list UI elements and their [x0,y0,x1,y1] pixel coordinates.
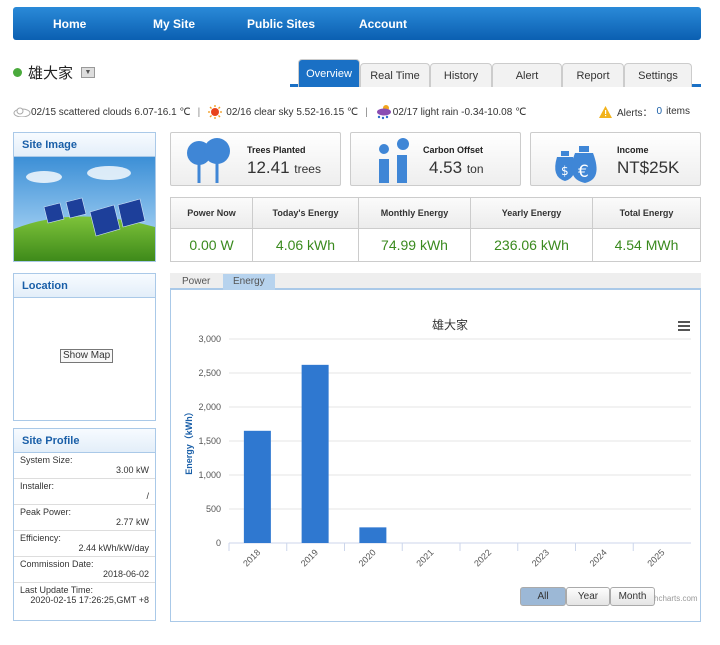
weather-day-1-text: 02/15 scattered clouds 6.07-16.1 ℃ [31,106,191,118]
nav-home[interactable]: Home [53,17,86,31]
tab-overview[interactable]: Overview [298,59,360,87]
x-tick-label: 2025 [645,547,666,568]
tree-icon [187,138,230,183]
income-value: NT$25K [617,158,680,177]
profile-row-installer: Installer: / [14,479,155,505]
profile-row-last-update: Last Update Time: 2020-02-15 17:26:25,GMT… [20,585,149,605]
trees-planted-card: Trees Planted 12.41 trees [170,132,341,186]
tab-settings[interactable]: Settings [624,63,692,87]
site-title: 雄大家 ▼ [13,62,96,83]
tab-report[interactable]: Report [562,63,624,87]
cloud-icon [13,107,31,117]
y-tick-label: 1,500 [198,436,221,446]
trees-unit: trees [294,162,321,176]
x-tick-label: 2018 [241,547,262,568]
trees-label: Trees Planted [247,145,306,155]
chart-tab-energy[interactable]: Energy [223,274,275,290]
top-nav: Home My Site Public Sites Account [13,7,701,40]
x-tick-label: 2022 [472,547,493,568]
factory-chimney-icon [379,138,409,183]
trees-value: 12.41 [247,158,290,177]
carbon-value: 4.53 [429,158,463,177]
nav-my-site[interactable]: My Site [153,17,195,31]
zoom-all-button[interactable]: All [520,587,566,606]
chart-tab-power[interactable]: Power [172,274,220,290]
show-map-button[interactable]: Show Map [60,349,114,363]
income-card: $ € Income NT$25K [530,132,701,186]
chart-title: 雄大家 [432,317,468,332]
site-dropdown-icon[interactable]: ▼ [81,67,96,78]
tab-alert[interactable]: Alert [492,63,562,87]
sun-icon [208,105,223,119]
carbon-unit: ton [466,162,484,176]
x-tick-label: 2024 [588,547,609,568]
y-axis-label: Energy（kWh） [184,407,194,475]
money-bags-icon: $ € [555,146,597,183]
svg-text:€: € [578,162,589,182]
energy-bar-chart: 雄大家 0 500 1,000 1,500 2,000 2,500 3,000 Energy（k… [184,317,691,569]
stat-power-now: Power Now 0.00 W [171,198,253,261]
chart-tabs: Power Energy [170,273,701,290]
energy-stats-table: Power Now 0.00 W Today's Energy 4.06 kWh M… [170,197,701,262]
stat-total-energy: Total Energy 4.54 MWh [593,198,700,261]
alerts-count: 0 [656,106,663,117]
nav-public-sites[interactable]: Public Sites [247,17,315,31]
location-title: Location [14,274,155,298]
profile-row-commission-date: Commission Date: 2018-06-02 [14,557,155,583]
y-tick-label: 2,000 [198,402,221,412]
weather-day-2: 02/16 clear sky 5.52-16.15 ℃ [207,105,358,119]
site-profile-title: Site Profile [14,429,155,453]
chart-menu-icon[interactable] [678,321,690,331]
alerts-suffix: items [666,106,690,117]
weather-day-3-text: 02/17 light rain -0.34-10.08 ℃ [392,106,527,118]
carbon-offset-card: Carbon Offset 4.53 ton [350,132,521,186]
y-tick-label: 0 [216,538,221,548]
income-label: Income [617,145,649,155]
y-tick-label: 2,500 [198,368,221,378]
warning-icon [598,105,612,118]
weather-day-2-text: 02/16 clear sky 5.52-16.15 ℃ [226,106,359,118]
x-tick-label: 2021 [414,547,435,568]
chart-credit: hcharts.com [654,594,698,603]
stat-todays-energy: Today's Energy 4.06 kWh [253,198,359,261]
energy-chart-panel: 雄大家 0 500 1,000 1,500 2,000 2,500 3,000 Energy（k… [170,290,701,622]
profile-row-peak-power: Peak Power: 2.77 kW [14,505,155,531]
site-image-title: Site Image [14,133,155,157]
location-panel: Location Show Map [13,273,156,421]
svg-text:$: $ [561,164,569,178]
zoom-year-button[interactable]: Year [566,587,610,606]
main-tabs: Overview Real Time History Alert Report … [290,59,701,87]
profile-row-efficiency: Efficiency: 2.44 kWh/kW/day [14,531,155,557]
weather-day-3: 02/17 light rain -0.34-10.08 ℃ [375,104,527,120]
rain-icon [376,105,391,120]
profile-row-system-size: System Size: 3.00 kW [14,453,155,479]
alerts-summary[interactable]: Alerts： 0 items [598,104,690,119]
stat-monthly-energy: Monthly Energy 74.99 kWh [359,198,471,261]
x-tick-label: 2020 [357,547,378,568]
x-tick-label: 2019 [299,547,320,568]
y-tick-label: 3,000 [198,334,221,344]
tab-history[interactable]: History [430,63,492,87]
site-name: 雄大家 [28,64,74,82]
bar-2020 [359,527,387,543]
bar-2019 [301,364,329,543]
x-tick-label: 2023 [530,547,551,568]
stat-yearly-energy: Yearly Energy 236.06 kWh [471,198,593,261]
site-profile-panel: Site Profile System Size: 3.00 kW Install… [13,428,156,621]
bar-2018 [243,430,271,543]
y-tick-label: 1,000 [198,470,221,480]
carbon-label: Carbon Offset [423,145,484,155]
site-image-panel: Site Image [13,132,156,262]
weather-forecast: 02/15 scattered clouds 6.07-16.1 ℃ | 02/… [13,104,526,120]
y-tick-label: 500 [206,504,221,514]
status-dot-icon [13,68,22,77]
alerts-label: Alerts： [616,108,653,119]
nav-account[interactable]: Account [359,17,407,31]
tab-real-time[interactable]: Real Time [360,63,430,87]
weather-day-1: 02/15 scattered clouds 6.07-16.1 ℃ [13,107,191,118]
zoom-month-button[interactable]: Month [610,587,655,606]
solar-panel-image [14,157,155,261]
